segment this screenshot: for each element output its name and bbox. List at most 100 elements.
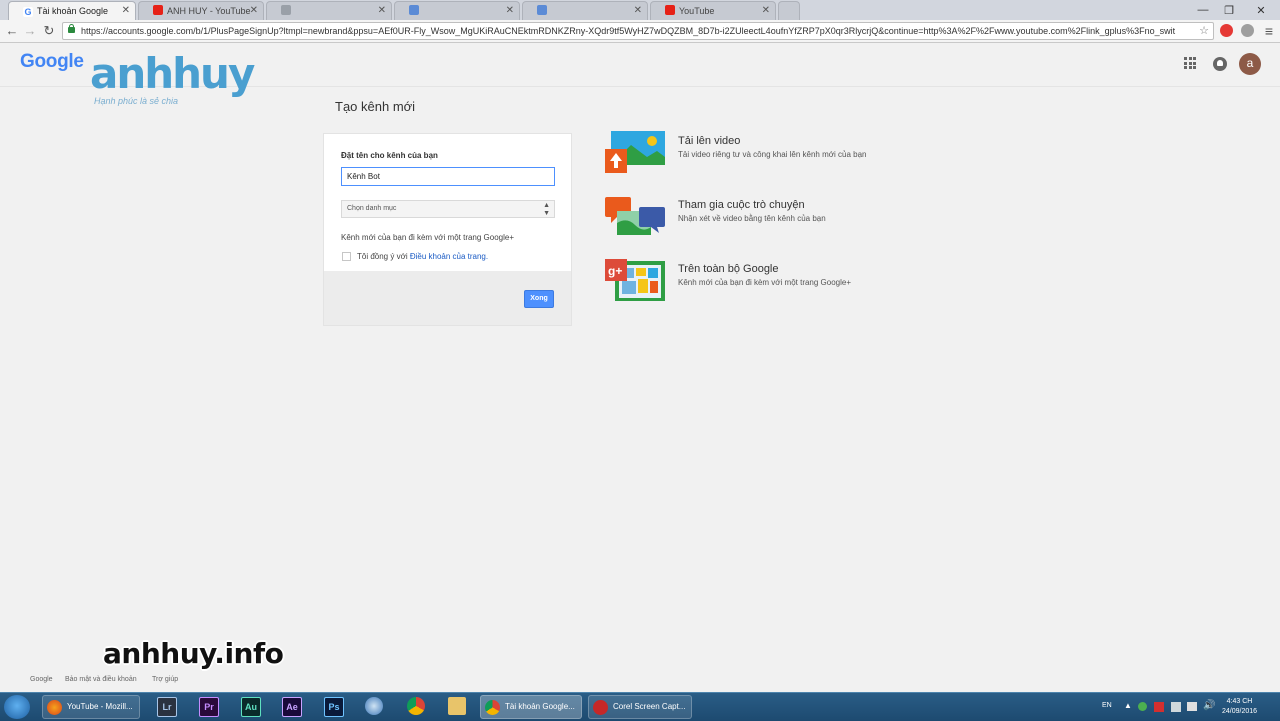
done-button[interactable]: Xong [524,290,554,308]
clock[interactable]: 4:43 CH 24/09/2016 [1222,697,1257,717]
tab-strip: G Tài khoản Google ✕ ANH HUY - YouTube ✕ … [0,0,1280,20]
upload-video-icon [605,131,665,173]
google-plus-page-icon: g+ [605,259,665,301]
create-channel-form: Đặt tên cho kênh của bạn Kênh Bot Chọn d… [323,133,572,326]
feature-description: Tải video riêng tư và công khai lên kênh… [678,150,867,159]
record-icon [593,700,608,715]
feature-across-google: g+ Trên toàn bộ Google Kênh mới của bạn … [605,259,905,303]
browser-toolbar: ← → ↻ https://accounts.google.com/b/1/Pl… [0,20,1280,43]
close-tab-icon[interactable]: ✕ [634,2,642,20]
taskbar-corel-capture[interactable]: Corel Screen Capt... [588,695,692,719]
footer-link-help[interactable]: Trợ giúp [152,676,178,683]
lock-icon [68,24,75,33]
close-tab-icon[interactable]: ✕ [762,2,770,20]
firefox-icon [47,700,62,715]
site-watermark: anhhuy.info [103,637,284,670]
audition-icon[interactable]: Au [241,697,261,717]
svg-text:g+: g+ [608,264,622,278]
category-select[interactable]: Chọn danh mục ▲ ▼ [341,200,555,218]
tray-window-icon[interactable] [1171,702,1181,712]
tab-youtube[interactable]: YouTube ✕ [650,1,776,20]
terms-checkbox[interactable] [342,252,351,261]
lightroom-icon[interactable]: Lr [157,697,177,717]
channel-name-input[interactable]: Kênh Bot [341,167,555,186]
page-title: Tạo kênh mới [335,99,416,114]
file-explorer-icon[interactable] [448,697,466,715]
taskbar-label: YouTube - Mozill... [67,702,133,711]
youtube-favicon-icon [665,5,675,15]
close-tab-icon[interactable]: ✕ [378,2,386,20]
address-bar[interactable]: https://accounts.google.com/b/1/PlusPage… [62,22,1214,40]
chrome-icon[interactable] [407,697,425,715]
google-logo[interactable]: Google [20,51,84,73]
feature-description: Kênh mới của bạn đi kèm với một trang Go… [678,278,852,287]
back-arrow-icon[interactable]: ← [4,23,20,39]
taskbar-firefox[interactable]: YouTube - Mozill... [42,695,140,719]
chrome-icon [485,700,500,715]
window-controls: — ❐ ✕ [1190,0,1280,20]
reload-icon[interactable]: ↻ [41,23,57,39]
url-text: https://accounts.google.com/b/1/PlusPage… [81,26,1176,36]
close-tab-icon[interactable]: ✕ [506,2,514,20]
minimize-icon[interactable]: — [1190,0,1216,20]
close-tab-icon[interactable]: ✕ [122,2,130,20]
google-plus-note: Kênh mới của bạn đi kèm với một trang Go… [341,233,515,242]
channel-name-label: Đặt tên cho kênh của bạn [341,151,438,160]
watermark-text: anhhuy [90,49,255,98]
after-effects-icon[interactable]: Ae [282,697,302,717]
terms-agreement: Tôi đồng ý với Điều khoản của trang. [357,252,488,261]
page-favicon-icon [409,5,419,15]
extension-icon[interactable] [1241,24,1254,37]
bookmark-star-icon[interactable]: ☆ [1199,23,1209,39]
new-tab-button[interactable] [778,1,800,20]
feature-join-conversation: Tham gia cuộc trò chuyện Nhận xét về vid… [605,195,905,239]
feature-title: Trên toàn bộ Google [678,263,779,275]
terms-link[interactable]: Điều khoản của trang. [410,252,488,261]
watermark-slogan: Hạnh phúc là sẻ chia [94,96,179,106]
taskbar-label: Corel Screen Capt... [613,702,686,711]
category-select-value: Chọn danh mục [347,205,397,212]
select-arrows-icon: ▲ ▼ [543,202,550,217]
forward-arrow-icon[interactable]: → [22,23,38,39]
notifications-icon[interactable] [1213,57,1227,71]
taskbar-label: Tài khoản Google... [505,702,575,711]
tab-4[interactable]: ✕ [394,1,520,20]
chrome-menu-icon[interactable]: ≡ [1261,23,1277,39]
show-hidden-icons-icon[interactable]: ▲ [1124,701,1132,710]
tab-label: ANH HUY - YouTube [167,6,251,16]
tab-label: Tài khoản Google [37,6,109,16]
windows-taskbar: YouTube - Mozill... Lr Pr Au Ae Ps Tài k… [0,692,1280,721]
clock-time: 4:43 CH [1226,698,1253,705]
tab-google-account[interactable]: G Tài khoản Google ✕ [8,1,136,20]
youtube-favicon-icon [153,5,163,15]
close-tab-icon[interactable]: ✕ [250,2,258,20]
footer-link-privacy-terms[interactable]: Bảo mật và điều khoản [65,676,137,683]
feature-title: Tải lên video [678,135,741,147]
volume-icon[interactable]: 🔊 [1203,700,1215,711]
language-indicator[interactable]: EN [1102,702,1112,709]
apps-grid-icon[interactable] [1184,57,1196,69]
page-favicon-icon [537,5,547,15]
start-button-icon[interactable] [4,695,30,719]
maximize-icon[interactable]: ❐ [1216,0,1242,20]
footer-link-google[interactable]: Google [30,676,53,683]
tab-3[interactable]: ✕ [266,1,392,20]
close-window-icon[interactable]: ✕ [1242,0,1280,20]
premiere-icon[interactable]: Pr [199,697,219,717]
network-icon[interactable] [1187,702,1197,711]
tray-app-icon[interactable] [1138,702,1147,711]
feature-title: Tham gia cuộc trò chuyện [678,199,805,211]
anhhuy-watermark-logo: anhhuy Hạnh phúc là sẻ chia [90,49,255,107]
tab-5[interactable]: ✕ [522,1,648,20]
antivirus-icon[interactable] [1154,702,1164,712]
feature-description: Nhận xét về video bằng tên kênh của bạn [678,214,826,223]
globe-app-icon[interactable] [365,697,383,715]
feature-upload-video: Tải lên video Tải video riêng tư và công… [605,131,905,175]
taskbar-chrome-google-account[interactable]: Tài khoản Google... [480,695,582,719]
page-favicon-icon [281,5,291,15]
conversation-icon [605,197,665,235]
avatar[interactable]: a [1239,53,1261,75]
photoshop-icon[interactable]: Ps [324,697,344,717]
adblock-extension-icon[interactable] [1220,24,1233,37]
tab-youtube-channel[interactable]: ANH HUY - YouTube ✕ [138,1,264,20]
